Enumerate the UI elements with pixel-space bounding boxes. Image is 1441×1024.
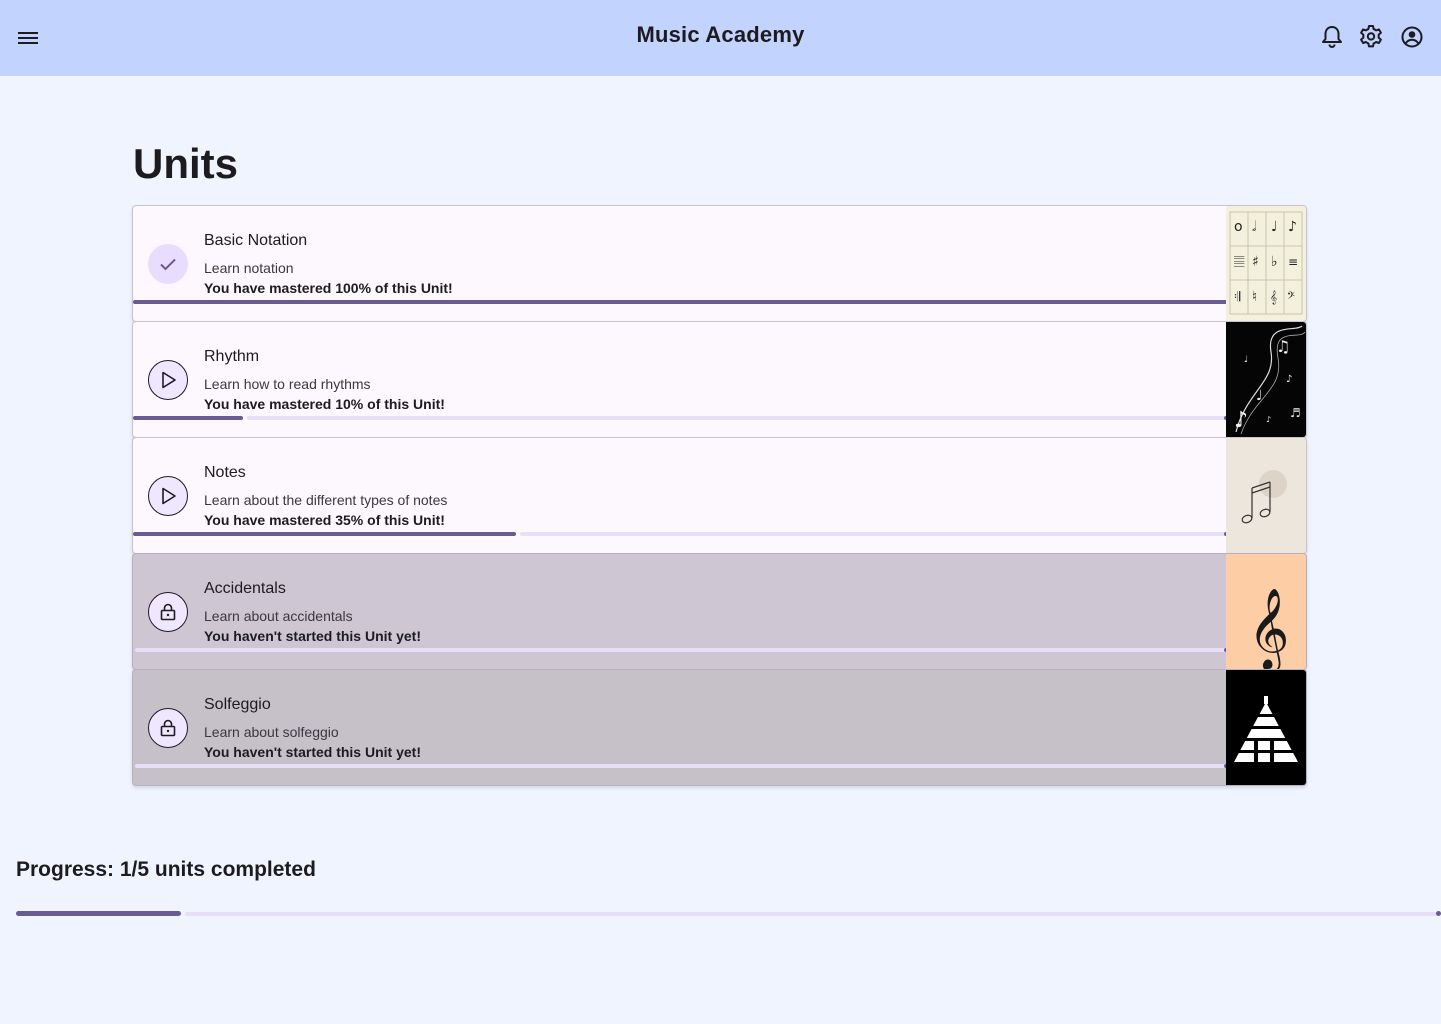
- app-title: Music Academy: [636, 22, 805, 47]
- page-title: Units: [133, 140, 238, 187]
- unit-name: Solfeggio: [204, 696, 271, 713]
- unit-description: Learn about the different types of notes: [204, 492, 448, 508]
- unit-progress-bar: [133, 532, 1228, 536]
- svg-text:𝅗𝅥: 𝅗𝅥: [1252, 219, 1257, 235]
- svg-text:𝄞: 𝄞: [1270, 290, 1277, 304]
- unit-description: Learn notation: [204, 260, 294, 276]
- gear-icon[interactable]: [1356, 22, 1386, 52]
- svg-text:♭: ♭: [1271, 254, 1278, 270]
- unit-name: Basic Notation: [204, 232, 308, 249]
- progress-track: [520, 532, 1226, 536]
- unit-mastery: You have mastered 35% of this Unit!: [204, 512, 445, 528]
- svg-text:♬: ♬: [1290, 406, 1301, 420]
- svg-text:♮: ♮: [1252, 289, 1257, 305]
- unit-description: Learn about accidentals: [204, 608, 353, 624]
- overall-progress-label: Progress: 1/5 units completed: [16, 858, 316, 881]
- svg-text:𝄞: 𝄞: [1248, 587, 1289, 670]
- lock-icon: [148, 708, 188, 748]
- progress-track: [247, 416, 1226, 420]
- unit-mastery: You haven't started this Unit yet!: [204, 744, 421, 760]
- unit-mastery: You have mastered 10% of this Unit!: [204, 396, 445, 412]
- play-icon: [148, 360, 188, 400]
- svg-text:♩: ♩: [1244, 355, 1248, 365]
- music-notes-swirl-image: ♪ ♩ ♫ ♪ ♩ ♬ ♪: [1226, 322, 1306, 437]
- treble-clef-image: 𝄞: [1226, 554, 1306, 670]
- lock-icon: [148, 592, 188, 632]
- svg-text:♪: ♪: [1234, 408, 1248, 433]
- top-app-bar: Music Academy: [0, 0, 1441, 76]
- unit-description: Learn about solfeggio: [204, 724, 339, 740]
- svg-text:♩: ♩: [1271, 219, 1278, 235]
- svg-text:♪: ♪: [1286, 374, 1292, 385]
- notation-chart-image: o 𝅗𝅥 ♩ ♪ 𝄚 ♯ ♭ ≡ 𝄇 ♮ 𝄞 𝄢: [1226, 206, 1306, 321]
- unit-progress-bar: [133, 300, 1228, 304]
- unit-card-basic-notation[interactable]: Basic Notation Learn notation You have m…: [132, 205, 1307, 322]
- piano-pyramid-image: [1226, 670, 1306, 785]
- svg-text:≡: ≡: [1288, 255, 1298, 269]
- svg-text:𝄇: 𝄇: [1234, 290, 1241, 305]
- account-circle-icon[interactable]: [1397, 22, 1427, 52]
- svg-text:♩: ♩: [1256, 388, 1263, 404]
- unit-name: Accidentals: [204, 580, 286, 597]
- progress-track: [135, 764, 1226, 768]
- beamed-notes-image: [1226, 438, 1306, 553]
- overall-progress-stop: [1436, 911, 1441, 916]
- overall-progress-fill: [16, 911, 181, 916]
- svg-text:o: o: [1234, 219, 1243, 235]
- unit-name: Notes: [204, 464, 246, 481]
- svg-text:♫: ♫: [1276, 337, 1290, 356]
- unit-description: Learn how to read rhythms: [204, 376, 371, 392]
- unit-mastery: You have mastered 100% of this Unit!: [204, 280, 453, 296]
- progress-fill: [133, 532, 516, 536]
- svg-text:♪: ♪: [1288, 219, 1297, 235]
- unit-progress-bar: [133, 416, 1228, 420]
- unit-card-rhythm[interactable]: Rhythm Learn how to read rhythms You hav…: [132, 321, 1307, 438]
- progress-fill: [133, 300, 1228, 304]
- unit-card-solfeggio[interactable]: Solfeggio Learn about solfeggio You have…: [132, 669, 1307, 786]
- unit-card-notes[interactable]: Notes Learn about the different types of…: [132, 437, 1307, 554]
- overall-progress-bar: [16, 911, 1441, 916]
- check-icon: [148, 244, 188, 284]
- units-list: Basic Notation Learn notation You have m…: [132, 205, 1307, 786]
- unit-progress-bar: [133, 764, 1228, 768]
- progress-track: [135, 648, 1226, 652]
- svg-text:♪: ♪: [1266, 415, 1271, 424]
- svg-text:♯: ♯: [1252, 254, 1259, 270]
- svg-text:𝄢: 𝄢: [1287, 290, 1295, 304]
- play-icon: [148, 476, 188, 516]
- bell-icon[interactable]: [1317, 22, 1347, 52]
- unit-card-accidentals[interactable]: Accidentals Learn about accidentals You …: [132, 553, 1307, 670]
- progress-fill: [133, 416, 243, 420]
- unit-mastery: You haven't started this Unit yet!: [204, 628, 421, 644]
- unit-name: Rhythm: [204, 348, 260, 365]
- overall-progress-track: [185, 912, 1438, 916]
- unit-progress-bar: [133, 648, 1228, 652]
- svg-text:𝄚: 𝄚: [1234, 255, 1245, 270]
